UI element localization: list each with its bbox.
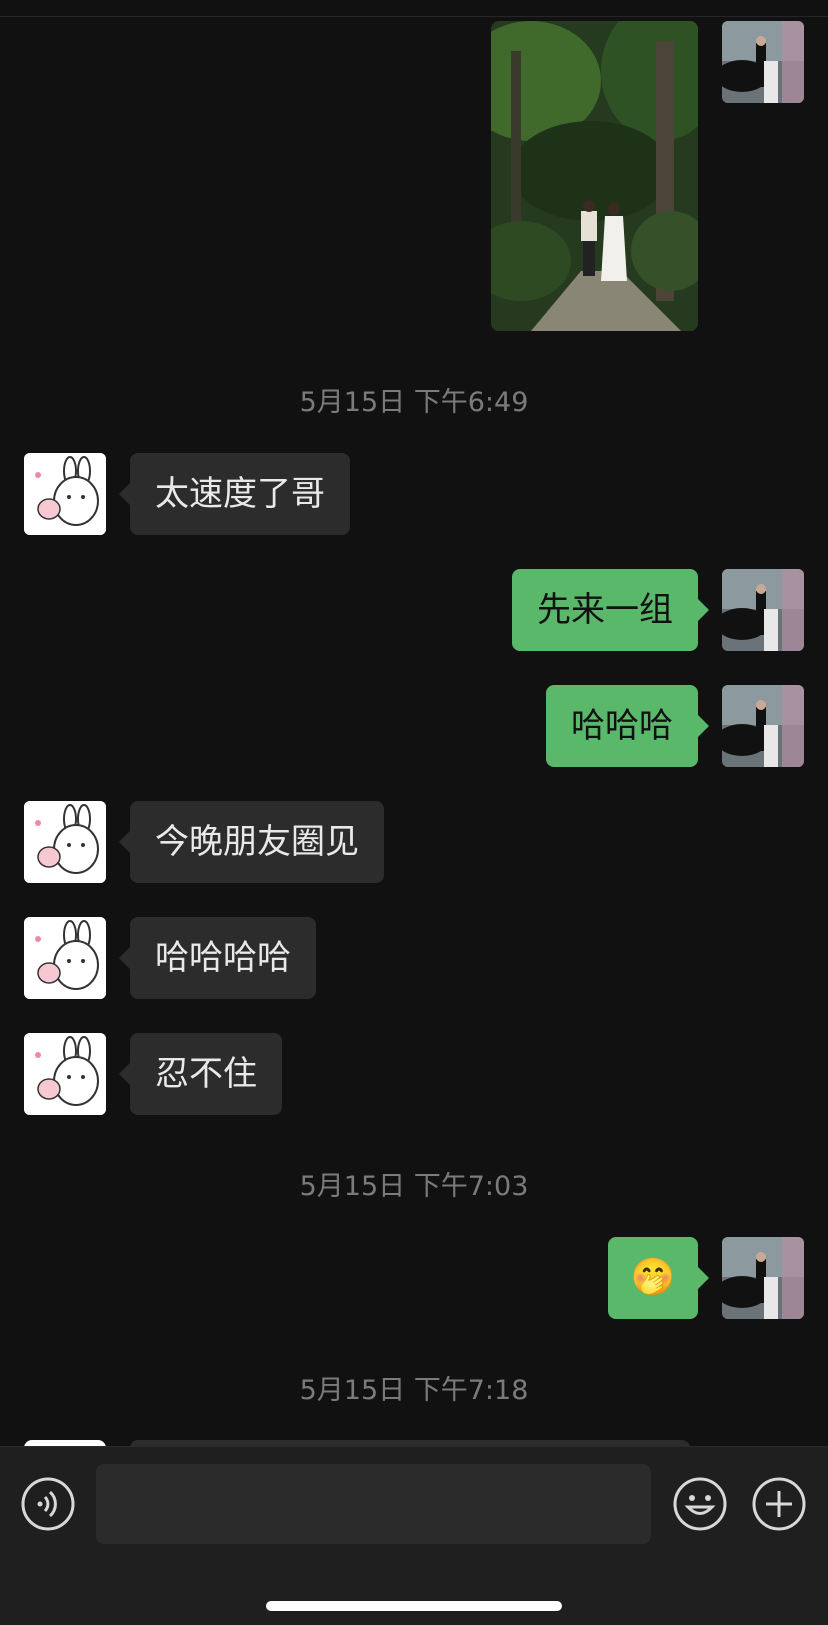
contact-avatar[interactable]: [24, 917, 106, 999]
my-avatar[interactable]: [722, 21, 804, 103]
rabbit-avatar-icon: [24, 801, 106, 883]
contact-avatar[interactable]: [24, 801, 106, 883]
message-bubble-outgoing[interactable]: 哈哈哈: [546, 685, 709, 767]
contact-avatar[interactable]: [24, 453, 106, 535]
voice-icon[interactable]: [18, 1474, 78, 1534]
wedding-photo-image: [491, 21, 698, 331]
rabbit-avatar-icon: [24, 1033, 106, 1115]
my-avatar[interactable]: [722, 1237, 804, 1319]
rabbit-avatar-icon: [24, 917, 106, 999]
message-bubble-incoming[interactable]: 太速度了哥: [119, 453, 350, 535]
timestamp: 5月15日 下午7:18: [299, 1375, 529, 1406]
avatar-man-car-icon: [722, 569, 804, 651]
rabbit-avatar-icon: [24, 453, 106, 535]
avatar-man-car-icon: [722, 685, 804, 767]
top-divider: [0, 16, 828, 17]
message-bubble-incoming[interactable]: 哈哈哈哈: [119, 917, 316, 999]
my-avatar[interactable]: [722, 685, 804, 767]
message-bubble-outgoing[interactable]: 先来一组: [512, 569, 709, 651]
avatar-man-car-icon: [722, 21, 804, 103]
message-input[interactable]: [96, 1464, 651, 1544]
my-avatar[interactable]: [722, 569, 804, 651]
input-bar: [0, 1446, 828, 1625]
message-bubble-incoming[interactable]: 忍不住: [119, 1033, 282, 1115]
contact-avatar[interactable]: [24, 1033, 106, 1115]
sent-photo[interactable]: [491, 21, 698, 331]
timestamp: 5月15日 下午7:03: [299, 1171, 529, 1202]
message-bubble-incoming[interactable]: 今晚朋友圈见: [119, 801, 384, 883]
emoji-icon[interactable]: [670, 1474, 730, 1534]
timestamp: 5月15日 下午6:49: [299, 387, 529, 418]
home-indicator: [266, 1601, 562, 1611]
avatar-man-car-icon: [722, 1237, 804, 1319]
hand-over-mouth-emoji-icon: 🤭: [630, 1257, 676, 1298]
plus-icon[interactable]: [749, 1474, 809, 1534]
message-bubble-outgoing-emoji[interactable]: 🤭: [608, 1237, 709, 1319]
